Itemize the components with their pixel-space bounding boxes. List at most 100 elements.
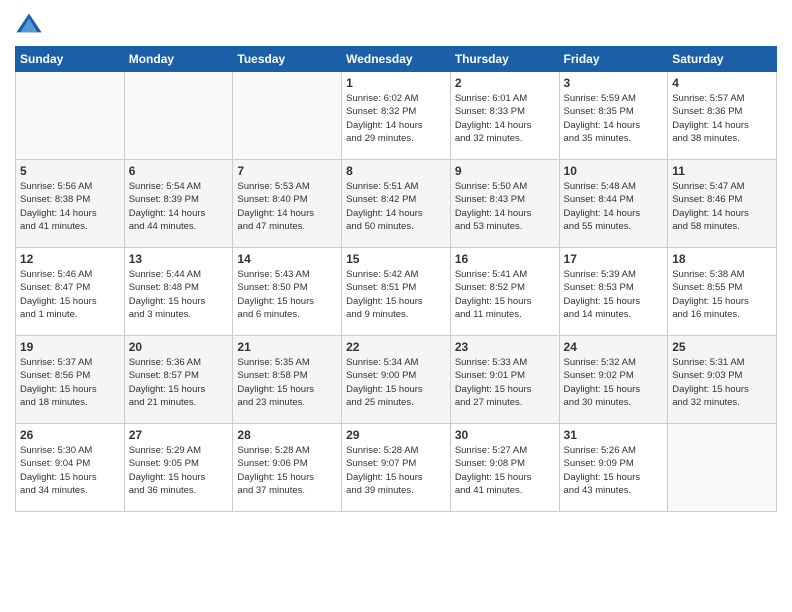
- calendar-week-4: 19Sunrise: 5:37 AM Sunset: 8:56 PM Dayli…: [16, 336, 777, 424]
- day-number: 31: [564, 428, 664, 442]
- day-number: 4: [672, 76, 772, 90]
- weekday-header-row: SundayMondayTuesdayWednesdayThursdayFrid…: [16, 47, 777, 72]
- calendar-cell: [668, 424, 777, 512]
- day-detail: Sunrise: 5:43 AM Sunset: 8:50 PM Dayligh…: [237, 268, 337, 321]
- day-detail: Sunrise: 5:31 AM Sunset: 9:03 PM Dayligh…: [672, 356, 772, 409]
- day-detail: Sunrise: 5:29 AM Sunset: 9:05 PM Dayligh…: [129, 444, 229, 497]
- calendar-cell: [16, 72, 125, 160]
- calendar-cell: 31 Sunrise: 5:26 AM Sunset: 9:09 PM Dayli…: [559, 424, 668, 512]
- day-number: 7: [237, 164, 337, 178]
- day-detail: Sunrise: 5:42 AM Sunset: 8:51 PM Dayligh…: [346, 268, 446, 321]
- day-number: 21: [237, 340, 337, 354]
- day-number: 22: [346, 340, 446, 354]
- day-number: 18: [672, 252, 772, 266]
- day-detail: Sunrise: 5:56 AM Sunset: 8:38 PM Dayligh…: [20, 180, 120, 233]
- day-detail: Sunrise: 5:39 AM Sunset: 8:53 PM Dayligh…: [564, 268, 664, 321]
- calendar-cell: 13 Sunrise: 5:44 AM Sunset: 8:48 PM Dayli…: [124, 248, 233, 336]
- weekday-header-friday: Friday: [559, 47, 668, 72]
- day-detail: Sunrise: 5:54 AM Sunset: 8:39 PM Dayligh…: [129, 180, 229, 233]
- day-detail: Sunrise: 5:41 AM Sunset: 8:52 PM Dayligh…: [455, 268, 555, 321]
- day-detail: Sunrise: 5:57 AM Sunset: 8:36 PM Dayligh…: [672, 92, 772, 145]
- weekday-header-wednesday: Wednesday: [342, 47, 451, 72]
- calendar-cell: 30Sunrise: 5:27 AM Sunset: 9:08 PM Dayli…: [450, 424, 559, 512]
- calendar-cell: 11Sunrise: 5:47 AM Sunset: 8:46 PM Dayli…: [668, 160, 777, 248]
- day-number: 28: [237, 428, 337, 442]
- day-detail: Sunrise: 5:33 AM Sunset: 9:01 PM Dayligh…: [455, 356, 555, 409]
- day-detail: Sunrise: 6:01 AM Sunset: 8:33 PM Dayligh…: [455, 92, 555, 145]
- day-number: 3: [564, 76, 664, 90]
- day-detail: Sunrise: 5:32 AM Sunset: 9:02 PM Dayligh…: [564, 356, 664, 409]
- day-number: 16: [455, 252, 555, 266]
- day-number: 26: [20, 428, 120, 442]
- day-number: 2: [455, 76, 555, 90]
- day-number: 8: [346, 164, 446, 178]
- day-number: 6: [129, 164, 229, 178]
- day-number: 25: [672, 340, 772, 354]
- calendar-cell: 26 Sunrise: 5:30 AM Sunset: 9:04 PM Dayli…: [16, 424, 125, 512]
- day-number: 12: [20, 252, 120, 266]
- day-detail: Sunrise: 5:28 AM Sunset: 9:07 PM Dayligh…: [346, 444, 446, 497]
- calendar-cell: 15 Sunrise: 5:42 AM Sunset: 8:51 PM Dayli…: [342, 248, 451, 336]
- calendar-cell: [124, 72, 233, 160]
- day-number: 10: [564, 164, 664, 178]
- day-detail: Sunrise: 5:47 AM Sunset: 8:46 PM Dayligh…: [672, 180, 772, 233]
- weekday-header-saturday: Saturday: [668, 47, 777, 72]
- day-detail: Sunrise: 5:48 AM Sunset: 8:44 PM Dayligh…: [564, 180, 664, 233]
- weekday-header-thursday: Thursday: [450, 47, 559, 72]
- day-detail: Sunrise: 5:35 AM Sunset: 8:58 PM Dayligh…: [237, 356, 337, 409]
- calendar-cell: 12 Sunrise: 5:46 AM Sunset: 8:47 PM Dayli…: [16, 248, 125, 336]
- calendar-cell: [233, 72, 342, 160]
- day-detail: Sunrise: 5:26 AM Sunset: 9:09 PM Dayligh…: [564, 444, 664, 497]
- day-detail: Sunrise: 5:34 AM Sunset: 9:00 PM Dayligh…: [346, 356, 446, 409]
- day-detail: Sunrise: 5:28 AM Sunset: 9:06 PM Dayligh…: [237, 444, 337, 497]
- calendar-cell: 27Sunrise: 5:29 AM Sunset: 9:05 PM Dayli…: [124, 424, 233, 512]
- calendar-cell: 3 Sunrise: 5:59 AM Sunset: 8:35 PM Daylig…: [559, 72, 668, 160]
- day-detail: Sunrise: 5:44 AM Sunset: 8:48 PM Dayligh…: [129, 268, 229, 321]
- day-number: 9: [455, 164, 555, 178]
- day-number: 13: [129, 252, 229, 266]
- day-detail: Sunrise: 5:50 AM Sunset: 8:43 PM Dayligh…: [455, 180, 555, 233]
- calendar-table: SundayMondayTuesdayWednesdayThursdayFrid…: [15, 46, 777, 512]
- calendar-week-3: 12 Sunrise: 5:46 AM Sunset: 8:47 PM Dayli…: [16, 248, 777, 336]
- calendar-cell: 1 Sunrise: 6:02 AM Sunset: 8:32 PM Daylig…: [342, 72, 451, 160]
- calendar-cell: 28 Sunrise: 5:28 AM Sunset: 9:06 PM Dayli…: [233, 424, 342, 512]
- weekday-header-monday: Monday: [124, 47, 233, 72]
- day-number: 14: [237, 252, 337, 266]
- calendar-cell: 29Sunrise: 5:28 AM Sunset: 9:07 PM Dayli…: [342, 424, 451, 512]
- day-number: 15: [346, 252, 446, 266]
- day-detail: Sunrise: 5:27 AM Sunset: 9:08 PM Dayligh…: [455, 444, 555, 497]
- day-number: 20: [129, 340, 229, 354]
- day-detail: Sunrise: 6:02 AM Sunset: 8:32 PM Dayligh…: [346, 92, 446, 145]
- day-number: 1: [346, 76, 446, 90]
- day-number: 17: [564, 252, 664, 266]
- calendar-week-1: 1 Sunrise: 6:02 AM Sunset: 8:32 PM Daylig…: [16, 72, 777, 160]
- calendar-cell: 8 Sunrise: 5:51 AM Sunset: 8:42 PM Daylig…: [342, 160, 451, 248]
- calendar-cell: 18 Sunrise: 5:38 AM Sunset: 8:55 PM Dayli…: [668, 248, 777, 336]
- calendar-cell: 22 Sunrise: 5:34 AM Sunset: 9:00 PM Dayli…: [342, 336, 451, 424]
- logo: [15, 10, 47, 38]
- logo-icon: [15, 10, 43, 38]
- calendar-week-5: 26 Sunrise: 5:30 AM Sunset: 9:04 PM Dayli…: [16, 424, 777, 512]
- day-detail: Sunrise: 5:59 AM Sunset: 8:35 PM Dayligh…: [564, 92, 664, 145]
- calendar-cell: 2 Sunrise: 6:01 AM Sunset: 8:33 PM Daylig…: [450, 72, 559, 160]
- calendar-cell: 17 Sunrise: 5:39 AM Sunset: 8:53 PM Dayli…: [559, 248, 668, 336]
- calendar-cell: 24Sunrise: 5:32 AM Sunset: 9:02 PM Dayli…: [559, 336, 668, 424]
- calendar-cell: 14 Sunrise: 5:43 AM Sunset: 8:50 PM Dayli…: [233, 248, 342, 336]
- day-detail: Sunrise: 5:30 AM Sunset: 9:04 PM Dayligh…: [20, 444, 120, 497]
- day-detail: Sunrise: 5:46 AM Sunset: 8:47 PM Dayligh…: [20, 268, 120, 321]
- calendar-cell: 6 Sunrise: 5:54 AM Sunset: 8:39 PM Daylig…: [124, 160, 233, 248]
- weekday-header-sunday: Sunday: [16, 47, 125, 72]
- calendar-cell: 16 Sunrise: 5:41 AM Sunset: 8:52 PM Dayli…: [450, 248, 559, 336]
- day-detail: Sunrise: 5:38 AM Sunset: 8:55 PM Dayligh…: [672, 268, 772, 321]
- day-detail: Sunrise: 5:36 AM Sunset: 8:57 PM Dayligh…: [129, 356, 229, 409]
- day-number: 23: [455, 340, 555, 354]
- weekday-header-tuesday: Tuesday: [233, 47, 342, 72]
- calendar-cell: 19Sunrise: 5:37 AM Sunset: 8:56 PM Dayli…: [16, 336, 125, 424]
- calendar-cell: 4 Sunrise: 5:57 AM Sunset: 8:36 PM Daylig…: [668, 72, 777, 160]
- calendar-cell: 5 Sunrise: 5:56 AM Sunset: 8:38 PM Daylig…: [16, 160, 125, 248]
- day-detail: Sunrise: 5:51 AM Sunset: 8:42 PM Dayligh…: [346, 180, 446, 233]
- page-header: [15, 10, 777, 38]
- day-number: 5: [20, 164, 120, 178]
- calendar-cell: 21 Sunrise: 5:35 AM Sunset: 8:58 PM Dayli…: [233, 336, 342, 424]
- calendar-cell: 9 Sunrise: 5:50 AM Sunset: 8:43 PM Daylig…: [450, 160, 559, 248]
